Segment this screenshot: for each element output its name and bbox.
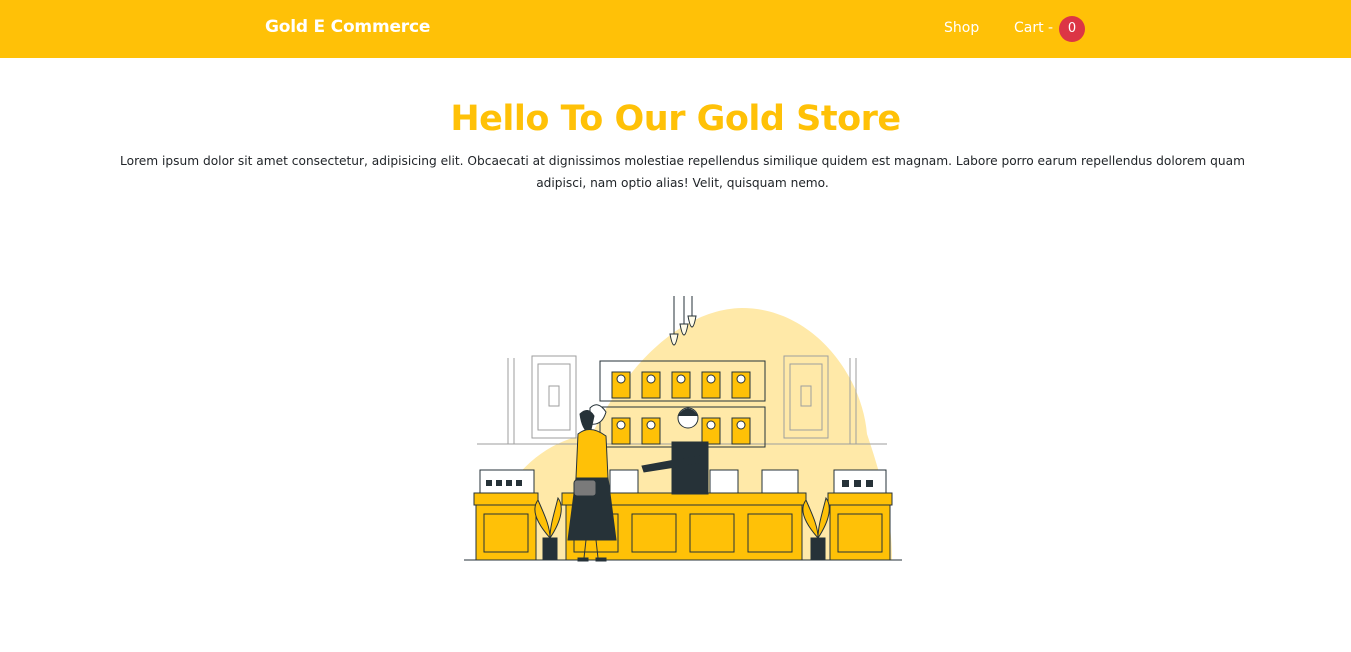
cart-count-badge[interactable]: 0	[1059, 16, 1085, 42]
brand-link[interactable]: Gold E Commerce	[265, 17, 430, 37]
nav-link-cart[interactable]: Cart -	[1014, 20, 1053, 36]
hero-title: Hello To Our Gold Store	[450, 99, 901, 139]
hero-text: Lorem ipsum dolor sit amet consectetur, …	[120, 154, 1245, 190]
navbar: Gold E Commerce Shop Cart - 0	[0, 0, 1351, 58]
jewelry-store-illustration	[464, 296, 902, 562]
nav-link-shop[interactable]: Shop	[944, 20, 979, 36]
